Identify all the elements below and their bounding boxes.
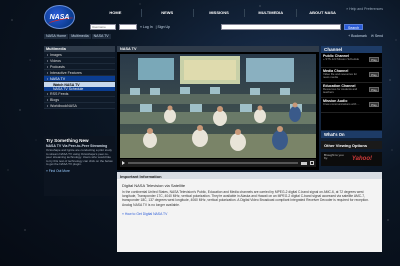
whats-on-tab[interactable]: What's On xyxy=(321,131,382,138)
send-button[interactable]: ✉ Send xyxy=(371,34,383,38)
arrow-icon xyxy=(47,59,48,62)
important-information-box: Important Information Digital NASA Telev… xyxy=(117,172,382,252)
channel-heading: Channel xyxy=(321,46,382,53)
bookmark-label: Bookmark xyxy=(351,34,367,38)
password-input[interactable] xyxy=(119,23,137,30)
channel-description[interactable]: » STS-123 Mission Schedule xyxy=(323,58,363,61)
arrow-icon xyxy=(47,98,48,101)
search-button[interactable]: Search xyxy=(344,23,364,30)
play-mission-audio-button[interactable]: Play xyxy=(369,102,379,107)
channel-item-media[interactable]: Media Channel Video file and resources f… xyxy=(321,68,382,83)
sidebar-item-label: Podcasts xyxy=(50,64,65,69)
search-input[interactable] xyxy=(221,23,341,30)
username-input[interactable]: Username xyxy=(90,23,116,30)
sidebar-item-worldbooknasa[interactable]: WorldbookNASA xyxy=(44,103,115,109)
how-to-get-digital-nasa-tv-link[interactable]: » How to Get Digital NASA TV xyxy=(117,209,382,219)
signup-link[interactable]: | Sign Up xyxy=(156,25,170,29)
sidebar-item-label: Images xyxy=(50,52,62,57)
promo-body: Octoshape and Ignite are conducting a pi… xyxy=(46,148,113,167)
seek-bar[interactable] xyxy=(128,162,298,164)
site-header: NASA » Help and Preferences HOME NEWS MI… xyxy=(0,0,400,44)
channel-list: Channel Public Channel » STS-123 Mission… xyxy=(321,46,382,130)
top-navigation: HOME NEWS MISSIONS MULTIMEDIA ABOUT NASA xyxy=(90,9,348,17)
play-media-button[interactable]: Play xyxy=(369,72,379,77)
breadcrumb-nasa-home[interactable]: NASA Home xyxy=(44,34,69,39)
breadcrumb-multimedia[interactable]: Multimedia xyxy=(69,34,91,39)
info-body: In the continental United States, NASA T… xyxy=(122,190,369,207)
sidebar: Multimedia Images Videos Podcasts Intera… xyxy=(44,46,115,109)
video-title: NASA TV xyxy=(117,46,319,52)
mission-control-video-image xyxy=(120,54,316,158)
login-link[interactable]: » Log In xyxy=(140,25,153,29)
nav-home[interactable]: HOME xyxy=(90,9,142,17)
sponsor-box: Brought to you by: Yahoo! xyxy=(321,152,382,166)
info-title: Digital NASA Television via Satellite xyxy=(122,183,186,188)
channel-item-education[interactable]: Education Channel Resources for students… xyxy=(321,83,382,98)
sidebar-item-label: WorldbookNASA xyxy=(50,103,77,108)
arrow-icon xyxy=(47,53,48,56)
arrow-icon xyxy=(47,104,48,107)
other-viewing-options-tab[interactable]: Other Viewing Options xyxy=(321,141,382,149)
yahoo-logo[interactable]: Yahoo! xyxy=(352,156,372,162)
breadcrumb-nasa-tv[interactable]: NASA TV xyxy=(91,34,111,39)
nav-news[interactable]: NEWS xyxy=(142,9,194,17)
logo-text: NASA xyxy=(49,14,70,21)
login-search-row: Username » Log In | Sign Up Search xyxy=(90,23,382,30)
find-out-more-link[interactable]: » Find Out More xyxy=(46,169,113,173)
fullscreen-icon[interactable] xyxy=(310,161,314,165)
channel-description: Crew communications with ... xyxy=(323,102,360,106)
video-panel: NASA TV xyxy=(117,46,319,170)
nasa-logo[interactable]: NASA xyxy=(44,5,75,29)
nav-about-nasa[interactable]: ABOUT NASA xyxy=(297,9,348,17)
sidebar-item-label: Interactive Features xyxy=(50,70,82,75)
send-label: Send xyxy=(374,34,383,38)
help-preferences-link[interactable]: » Help and Preferences xyxy=(346,7,383,11)
promo-box: Try Something New NASA TV Via Peer-to-Pe… xyxy=(44,136,115,196)
play-icon[interactable] xyxy=(122,161,125,165)
video-controls xyxy=(120,159,316,167)
nav-missions[interactable]: MISSIONS xyxy=(194,9,246,17)
arrow-icon xyxy=(47,65,48,68)
bookmark-button[interactable]: + Bookmark xyxy=(348,34,367,38)
volume-icon[interactable] xyxy=(301,161,307,165)
play-public-button[interactable]: Play xyxy=(369,57,379,62)
info-heading: Important Information xyxy=(117,172,382,179)
promo-title: Try Something New xyxy=(46,138,89,143)
breadcrumb: NASA Home Multimedia NASA TV xyxy=(44,34,111,39)
play-education-button[interactable]: Play xyxy=(369,87,379,92)
arrow-icon xyxy=(47,71,48,74)
page-tools: + Bookmark ✉ Send xyxy=(348,34,383,38)
arrow-icon xyxy=(47,92,48,95)
nav-multimedia[interactable]: MULTIMEDIA xyxy=(245,9,298,17)
channel-description: Resources for students and teachers xyxy=(323,87,358,94)
video-player[interactable] xyxy=(120,54,316,158)
sidebar-item-label: RSS Feeds xyxy=(50,91,69,96)
sidebar-item-label: Videos xyxy=(50,58,61,63)
arrow-icon xyxy=(47,77,48,80)
sponsor-label: Brought to you by: xyxy=(324,153,344,161)
sidebar-item-label: Blogs xyxy=(50,97,59,102)
channel-description: Video file and resources for news media xyxy=(323,72,357,79)
channel-item-mission-audio[interactable]: Mission Audio Crew communications with .… xyxy=(321,98,382,113)
sidebar-item-label: NASA TV xyxy=(50,76,66,81)
channel-item-public[interactable]: Public Channel » STS-123 Mission Schedul… xyxy=(321,53,382,68)
